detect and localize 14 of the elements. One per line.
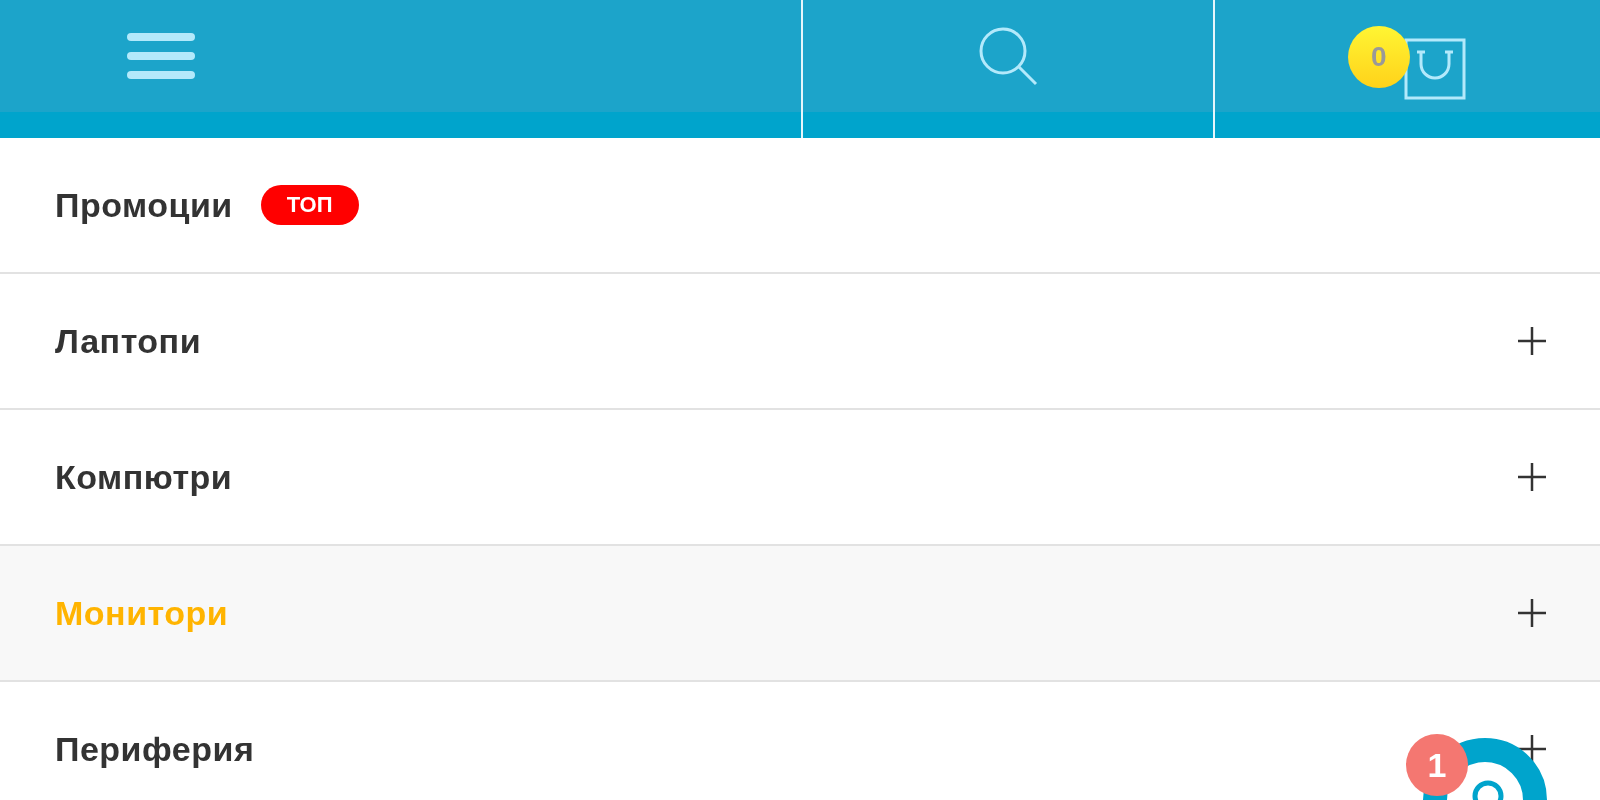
plus-icon[interactable] [1518, 599, 1546, 627]
menu-item-label: Периферия [55, 729, 255, 769]
top-badge: ТОП [260, 185, 359, 225]
cart-count-badge: 0 [1347, 26, 1410, 88]
menu-item-label: Монитори [55, 593, 229, 633]
menu-item-label: Компютри [55, 457, 233, 497]
plus-icon[interactable] [1518, 327, 1546, 355]
menu-icon [126, 32, 195, 80]
plus-icon[interactable] [1518, 735, 1546, 763]
shopping-bag-icon [1403, 38, 1466, 100]
menu-item-label: Промоции [55, 185, 233, 225]
search-icon [977, 25, 1040, 87]
menu-item-label: Лаптопи [55, 321, 202, 361]
plus-icon[interactable] [1518, 463, 1546, 491]
